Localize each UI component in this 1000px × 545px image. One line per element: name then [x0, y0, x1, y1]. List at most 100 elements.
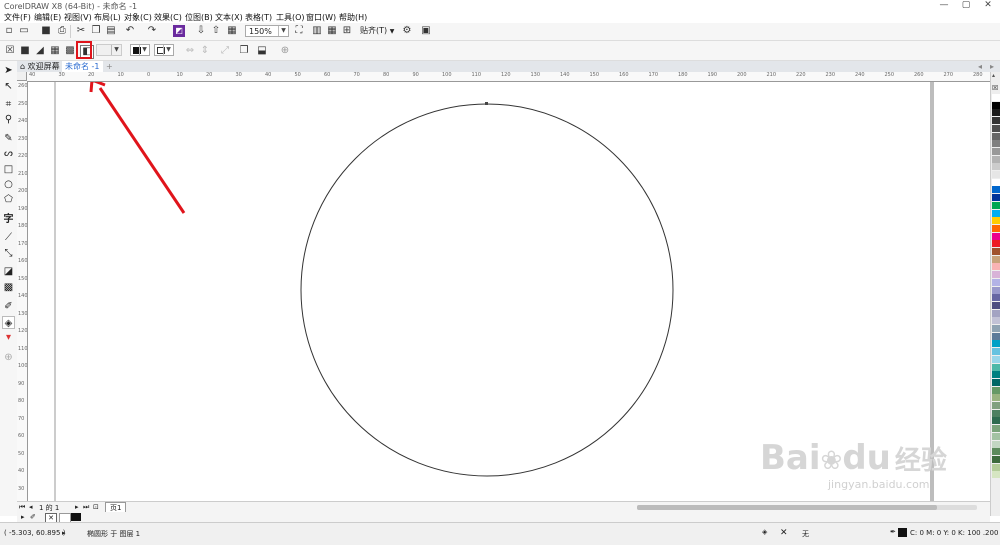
color-swatch[interactable]	[992, 463, 1000, 471]
eyedropper-icon[interactable]: ✐	[30, 513, 36, 521]
color-swatch[interactable]	[992, 186, 1000, 194]
color-swatch[interactable]	[992, 201, 1000, 209]
color-swatch[interactable]	[992, 348, 1000, 356]
color-swatch[interactable]	[992, 455, 1000, 463]
color-swatch[interactable]	[992, 286, 1000, 294]
color-swatch[interactable]	[992, 209, 1000, 217]
edit-fill-icon[interactable]: ⬓	[256, 45, 268, 57]
cut-icon[interactable]: ✂	[75, 25, 87, 37]
export-icon[interactable]: ⇧	[210, 25, 222, 37]
drawing-canvas[interactable]: Bai❀du 经验 jingyan.baidu.com	[28, 82, 990, 502]
ellipse-node[interactable]	[485, 102, 488, 105]
color-swatch[interactable]	[992, 409, 1000, 417]
color-swatch[interactable]	[992, 294, 1000, 302]
color-swatch[interactable]	[992, 240, 1000, 248]
color-swatch[interactable]	[992, 224, 1000, 232]
next-page-icon[interactable]: ▸	[75, 503, 79, 511]
add-page-icon[interactable]: ⊡	[93, 503, 99, 511]
copy-icon[interactable]: ❐	[90, 25, 102, 37]
color-swatch[interactable]	[992, 94, 1000, 101]
shape-tool-icon[interactable]: ↖	[2, 80, 15, 93]
fountain-fill-icon[interactable]: ◢	[34, 45, 46, 57]
show-guidelines-icon[interactable]: ⊞	[341, 25, 353, 37]
first-page-icon[interactable]: ⏮	[19, 503, 25, 512]
no-fill-icon[interactable]: ☒	[4, 45, 16, 57]
color-swatch[interactable]	[992, 355, 1000, 363]
last-page-icon[interactable]: ⏭	[83, 503, 89, 512]
color-swatch[interactable]	[992, 155, 1000, 163]
application-launcher-icon[interactable]: ▣	[420, 25, 432, 37]
color-swatch[interactable]	[992, 301, 1000, 309]
tab-scroll-left-icon[interactable]: ◂	[975, 61, 985, 72]
options-gear-icon[interactable]: ⚙	[401, 25, 413, 37]
color-swatch[interactable]	[992, 440, 1000, 448]
color-swatch[interactable]	[992, 371, 1000, 379]
quick-customize-icon[interactable]: ⊕	[279, 45, 291, 57]
color-swatch[interactable]	[992, 471, 1000, 479]
menu-effects[interactable]: 效果(C)	[154, 12, 182, 23]
connector-tool-icon[interactable]: ⤡	[2, 247, 15, 260]
menu-edit[interactable]: 编辑(E)	[34, 12, 61, 23]
black-swatch[interactable]	[71, 513, 81, 521]
color-swatch[interactable]	[992, 171, 1000, 178]
fill-pattern-select[interactable]: ▼	[96, 44, 122, 56]
paste-icon[interactable]: ▤	[105, 25, 117, 37]
outline-color-select[interactable]: ▼	[154, 44, 174, 56]
zoom-level-select[interactable]: 150% ▼	[245, 25, 289, 37]
color-swatch[interactable]	[992, 178, 1000, 186]
fill-color-select[interactable]: ▼	[130, 44, 150, 56]
menu-bitmap[interactable]: 位图(B)	[185, 12, 213, 23]
color-swatch[interactable]	[992, 124, 1000, 132]
copy-fill-icon[interactable]: ❐	[238, 45, 250, 57]
previous-page-icon[interactable]: ◂	[29, 503, 33, 511]
zoom-tool-icon[interactable]: ⚲	[2, 113, 15, 126]
menu-window[interactable]: 窗口(W)	[306, 12, 336, 23]
color-swatch[interactable]	[992, 232, 1000, 240]
close-button[interactable]: ✕	[978, 0, 998, 11]
search-content-icon[interactable]: ◩	[173, 25, 185, 37]
color-swatch[interactable]	[992, 132, 1000, 140]
horizontal-scrollbar[interactable]	[637, 505, 977, 510]
tab-welcome[interactable]: ⌂ 欢迎屏幕	[17, 61, 63, 72]
color-swatch[interactable]	[992, 255, 1000, 263]
transform-with-object-icon[interactable]: ⤢	[219, 45, 231, 57]
menu-file[interactable]: 文件(F)	[4, 12, 31, 23]
save-icon[interactable]: ■	[40, 25, 52, 37]
show-grid-icon[interactable]: ▦	[326, 25, 338, 37]
drop-shadow-icon[interactable]: ◪	[2, 265, 15, 278]
parallel-dimension-icon[interactable]: ⟋	[2, 231, 15, 244]
coordinates-menu-icon[interactable]: ▸	[62, 529, 66, 537]
flip-vertical-icon[interactable]: ⇕	[199, 45, 211, 57]
color-swatch[interactable]	[992, 448, 1000, 456]
snap-to-menu[interactable]: 贴齐(T) ▼	[360, 25, 394, 37]
add-tab-button[interactable]: +	[103, 61, 116, 72]
color-swatch[interactable]	[992, 332, 1000, 340]
interactive-fill-icon[interactable]: ◈	[2, 316, 15, 329]
color-swatch[interactable]	[992, 309, 1000, 317]
show-rulers-icon[interactable]: ▥	[311, 25, 323, 37]
color-swatch[interactable]	[992, 217, 1000, 225]
menu-text[interactable]: 文本(X)	[215, 12, 243, 23]
flip-horizontal-icon[interactable]: ⇔	[184, 45, 196, 57]
uniform-fill-icon[interactable]: ■	[19, 45, 31, 57]
full-screen-icon[interactable]: ⛶	[293, 25, 305, 37]
maximize-button[interactable]: ▢	[956, 0, 976, 11]
minimize-button[interactable]: —	[934, 0, 954, 11]
color-swatch[interactable]	[992, 194, 1000, 202]
tab-scroll-right-icon[interactable]: ▸	[987, 61, 997, 72]
import-icon[interactable]: ⇩	[195, 25, 207, 37]
add-tool-icon[interactable]: ⊕	[2, 351, 15, 364]
color-swatch[interactable]	[992, 425, 1000, 433]
menu-table[interactable]: 表格(T)	[245, 12, 272, 23]
menu-object[interactable]: 对象(C)	[124, 12, 152, 23]
tab-document[interactable]: 未命名 -1	[62, 61, 103, 72]
scrollbar-thumb[interactable]	[637, 505, 937, 510]
color-swatch[interactable]	[992, 147, 1000, 155]
color-swatch[interactable]	[992, 278, 1000, 286]
palette-scroll-up-icon[interactable]: ▴	[992, 72, 995, 79]
new-document-icon[interactable]: ▫	[3, 25, 15, 37]
redo-icon[interactable]: ↷	[146, 25, 158, 37]
ruler-origin[interactable]	[17, 72, 27, 81]
menu-tools[interactable]: 工具(O)	[276, 12, 305, 23]
freehand-tool-icon[interactable]: ✎	[2, 132, 15, 145]
